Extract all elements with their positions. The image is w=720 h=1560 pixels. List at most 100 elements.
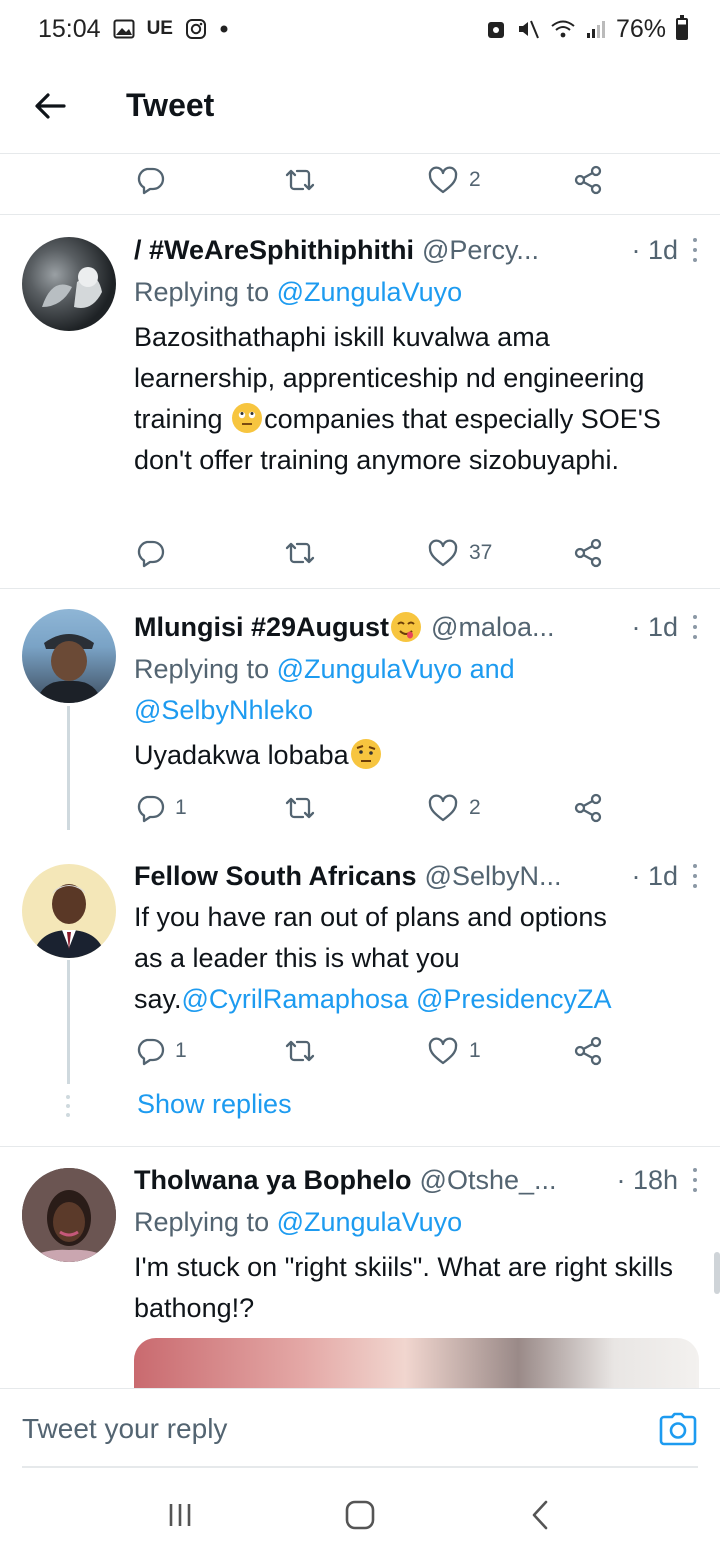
retweet-button[interactable] bbox=[283, 531, 317, 575]
avatar[interactable] bbox=[22, 1168, 116, 1262]
like-button[interactable]: 1 bbox=[427, 1029, 481, 1073]
display-name[interactable]: / #WeAreSphithiphithi bbox=[134, 235, 414, 266]
user-handle[interactable]: @maloa... bbox=[431, 612, 554, 643]
user-handle[interactable]: @Otshe_... bbox=[420, 1165, 557, 1196]
tweet-text: Uyadakwa lobaba bbox=[134, 735, 692, 776]
tweet-time[interactable]: · 18h bbox=[606, 1165, 678, 1196]
mention-link[interactable]: @SelbyNhleko bbox=[134, 695, 313, 725]
retweet-icon bbox=[285, 797, 315, 819]
divider bbox=[0, 588, 720, 589]
status-time: 15:04 bbox=[38, 14, 101, 43]
avatar[interactable] bbox=[22, 609, 116, 703]
retweet-icon bbox=[285, 169, 315, 191]
replying-to: Replying to @ZungulaVuyo and @SelbyNhlek… bbox=[134, 649, 690, 731]
display-name[interactable]: Mlungisi #29August bbox=[134, 612, 389, 643]
action-bar: 37 bbox=[135, 531, 615, 575]
avatar[interactable] bbox=[22, 864, 116, 958]
tweet-text-part: I'm stuck on "right skiils". What are ri… bbox=[134, 1252, 673, 1323]
reply-input[interactable]: Tweet your reply bbox=[22, 1413, 227, 1445]
reply-button[interactable]: 1 bbox=[135, 1029, 187, 1073]
more-icon[interactable] bbox=[690, 238, 700, 262]
yum-emoji-icon bbox=[391, 612, 422, 642]
home-button[interactable] bbox=[330, 1485, 390, 1545]
mention-link[interactable]: @ZungulaVuyo bbox=[277, 1207, 463, 1237]
mention-link[interactable]: @CyrilRamaphosa bbox=[182, 984, 409, 1014]
share-icon bbox=[574, 1036, 602, 1066]
signal-icon bbox=[586, 18, 606, 40]
instagram-icon bbox=[185, 18, 207, 40]
share-button[interactable] bbox=[573, 158, 603, 202]
mention-link[interactable]: @ZungulaVuyo bbox=[277, 277, 463, 307]
tweet-text: If you have ran out of plans and options… bbox=[134, 897, 692, 1020]
retweet-icon bbox=[285, 542, 315, 564]
more-icon[interactable] bbox=[690, 1168, 700, 1192]
battery-icon bbox=[676, 15, 688, 40]
recent-apps-button[interactable] bbox=[150, 1485, 210, 1545]
like-button[interactable]: 2 bbox=[427, 158, 481, 202]
battery-percent: 76% bbox=[615, 14, 666, 43]
divider bbox=[0, 214, 720, 215]
reply-button[interactable] bbox=[135, 531, 165, 575]
display-name[interactable]: Tholwana ya Bophelo bbox=[134, 1165, 412, 1196]
thread-line bbox=[67, 960, 70, 1084]
tweet-media-image[interactable] bbox=[134, 1338, 699, 1390]
action-bar: 2 bbox=[135, 158, 615, 202]
tweet-header: Tholwana ya Bophelo @Otshe_... · 18h bbox=[134, 1160, 700, 1200]
like-icon bbox=[428, 539, 458, 567]
like-button[interactable]: 37 bbox=[427, 531, 492, 575]
retweet-icon bbox=[285, 1040, 315, 1062]
retweet-button[interactable] bbox=[283, 786, 317, 830]
page-title: Tweet bbox=[126, 87, 215, 123]
mention-link[interactable]: @PresidencyZA bbox=[416, 984, 611, 1014]
tweet-time[interactable]: · 1d bbox=[621, 235, 678, 266]
retweet-button[interactable] bbox=[283, 158, 317, 202]
mute-icon bbox=[516, 18, 540, 40]
share-button[interactable] bbox=[573, 786, 603, 830]
tweet-header: Mlungisi #29August @maloa... · 1d bbox=[134, 607, 700, 647]
action-bar: 1 1 bbox=[135, 1029, 615, 1073]
recent-apps-icon bbox=[169, 1504, 191, 1526]
share-button[interactable] bbox=[573, 1029, 603, 1073]
reply-count: 1 bbox=[175, 796, 187, 819]
reply-button[interactable]: 1 bbox=[135, 786, 187, 830]
wifi-icon bbox=[550, 18, 576, 40]
mention-link[interactable]: @ZungulaVuyo and bbox=[277, 654, 515, 684]
avatar[interactable] bbox=[22, 237, 116, 331]
user-handle[interactable]: @Percy... bbox=[422, 235, 539, 266]
back-nav-icon bbox=[532, 1500, 548, 1530]
show-replies-link[interactable]: Show replies bbox=[137, 1089, 292, 1120]
tweet-time[interactable]: · 1d bbox=[621, 861, 678, 892]
like-count: 2 bbox=[469, 168, 481, 191]
notification-dot-icon bbox=[219, 24, 229, 34]
share-icon bbox=[574, 165, 602, 195]
thread-line bbox=[67, 706, 70, 830]
user-handle[interactable]: @SelbyN... bbox=[425, 861, 562, 892]
rolling-eyes-emoji-icon bbox=[232, 403, 263, 433]
like-button[interactable]: 2 bbox=[427, 786, 481, 830]
camera-button[interactable] bbox=[658, 1409, 698, 1449]
display-name[interactable]: Fellow South Africans bbox=[134, 861, 417, 892]
replying-label: Replying to bbox=[134, 1207, 277, 1237]
tweet-header: / #WeAreSphithiphithi @Percy... · 1d bbox=[134, 230, 700, 270]
share-button[interactable] bbox=[573, 531, 603, 575]
like-icon bbox=[428, 1037, 458, 1065]
share-icon bbox=[574, 538, 602, 568]
back-button[interactable] bbox=[0, 58, 100, 154]
reply-button[interactable] bbox=[135, 158, 165, 202]
home-icon bbox=[345, 1500, 375, 1530]
replying-label: Replying to bbox=[134, 277, 277, 307]
tweet-time[interactable]: · 1d bbox=[621, 612, 678, 643]
replying-to: Replying to @ZungulaVuyo bbox=[134, 1202, 690, 1243]
reply-icon bbox=[137, 540, 165, 568]
scrollbar[interactable] bbox=[714, 1252, 720, 1294]
like-count: 2 bbox=[469, 796, 481, 819]
more-icon[interactable] bbox=[690, 864, 700, 888]
more-icon[interactable] bbox=[690, 615, 700, 639]
tweet-text-line: say. bbox=[134, 984, 182, 1014]
reply-icon bbox=[137, 795, 165, 823]
retweet-button[interactable] bbox=[283, 1029, 317, 1073]
tweet-header: Fellow South Africans @SelbyN... · 1d bbox=[134, 856, 700, 896]
camera-icon bbox=[659, 1412, 697, 1445]
back-nav-button[interactable] bbox=[510, 1485, 570, 1545]
tweet-text-part: Uyadakwa lobaba bbox=[134, 740, 349, 770]
